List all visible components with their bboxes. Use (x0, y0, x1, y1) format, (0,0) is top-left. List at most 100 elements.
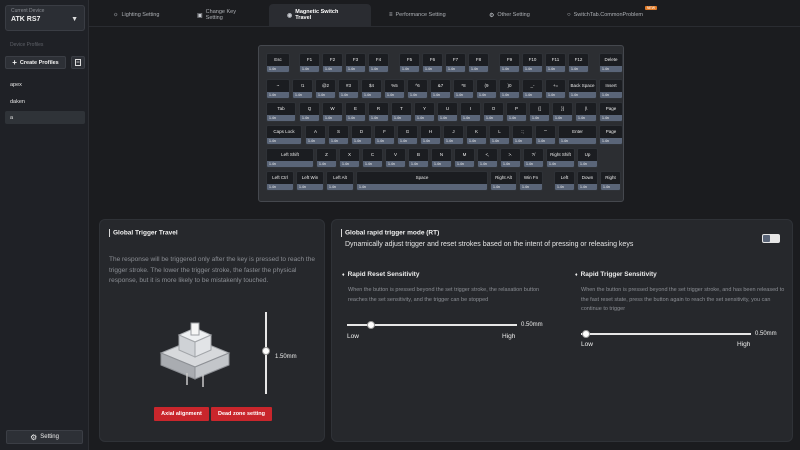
profile-item-active[interactable]: a (5, 111, 85, 124)
key-d[interactable]: D 1.4n (351, 125, 372, 145)
key-b[interactable]: B 1.4n (408, 148, 429, 168)
slider-thumb[interactable] (262, 347, 270, 355)
key-[interactable]: += 1.4n (545, 79, 566, 99)
key-f6[interactable]: F6 1.4n (422, 53, 443, 73)
key-f2[interactable]: F2 1.4n (322, 53, 343, 73)
key-c[interactable]: C 1.4n (362, 148, 383, 168)
key-up[interactable]: Up 1.4n (577, 148, 598, 168)
key-space[interactable]: Space 1.4n (356, 171, 488, 191)
key-[interactable]: ~1.4n (266, 79, 290, 99)
key-1[interactable]: !1 1.4n (292, 79, 313, 99)
key-page[interactable]: Page 1.4n (599, 125, 623, 145)
key-a[interactable]: A 1.4n (305, 125, 326, 145)
key-f8[interactable]: F8 1.4n (468, 53, 489, 73)
key-f1[interactable]: F1 1.4n (299, 53, 320, 73)
tab-other[interactable]: ⚙ Other Setting (471, 4, 549, 26)
key-[interactable]: >. 1.4n (500, 148, 521, 168)
key-6[interactable]: ^6 1.4n (407, 79, 428, 99)
key-left[interactable]: Left 1.4n (554, 171, 575, 191)
key-f9[interactable]: F9 1.4n (499, 53, 520, 73)
key-s[interactable]: S 1.4n (328, 125, 349, 145)
key-3[interactable]: #3 1.4n (338, 79, 359, 99)
key-f4[interactable]: F4 1.4n (368, 53, 389, 73)
key-left-ctrl[interactable]: Left Ctrl 1.4n (266, 171, 294, 191)
key-left-win[interactable]: Left Win 1.4n (296, 171, 324, 191)
key-f7[interactable]: F7 1.4n (445, 53, 466, 73)
key-[interactable]: :; 1.4n (512, 125, 533, 145)
import-profile-button[interactable] (71, 56, 85, 69)
key-[interactable]: }] 1.4n (552, 102, 573, 122)
key-back-space[interactable]: Back Space 1.4n (568, 79, 597, 99)
key-7[interactable]: &7 1.4n (430, 79, 451, 99)
slider-thumb[interactable] (582, 330, 590, 338)
key-right[interactable]: Right 1.4n (600, 171, 621, 191)
key-5[interactable]: %5 1.4n (384, 79, 405, 99)
key-[interactable]: {[1.4n (529, 102, 550, 122)
key-q[interactable]: Q 1.4n (299, 102, 320, 122)
key-n[interactable]: N 1.4n (431, 148, 452, 168)
key-delete[interactable]: Delete 1.4n (599, 53, 623, 73)
trigger-sensitivity-slider[interactable] (581, 330, 751, 338)
key-y[interactable]: Y 1.4n (414, 102, 435, 122)
key-w[interactable]: W 1.4n (322, 102, 343, 122)
key-8[interactable]: *8 1.4n (453, 79, 474, 99)
key-9[interactable]: (9 1.4n (476, 79, 497, 99)
tab-magnetic-switch-travel[interactable]: ◉ Magnetic Switch Travel (269, 4, 371, 26)
key-l[interactable]: L 1.4n (489, 125, 510, 145)
key-4[interactable]: $4 1.4n (361, 79, 382, 99)
key-f5[interactable]: F5 1.4n (399, 53, 420, 73)
key-e[interactable]: E 1.4n (345, 102, 366, 122)
key-right-alt[interactable]: Right Alt 1.4n (490, 171, 517, 191)
key-enter[interactable]: Enter 1.4n (558, 125, 597, 145)
key-esc[interactable]: Esc 1.4n (266, 53, 290, 73)
key-f10[interactable]: F10 1.4n (522, 53, 543, 73)
key-caps-lock[interactable]: Caps Lock 1.4n (266, 125, 302, 145)
key-z[interactable]: Z 1.4n (316, 148, 337, 168)
setting-button[interactable]: ⚙ Setting (6, 430, 83, 444)
tab-performance[interactable]: ≡ Performance Setting (371, 4, 471, 26)
key-f11[interactable]: F11 1.4n (545, 53, 566, 73)
key-2[interactable]: @2 1.4n (315, 79, 336, 99)
profile-item[interactable]: apex (5, 78, 85, 91)
key-insert[interactable]: Insert 1.4n (599, 79, 623, 99)
key-r[interactable]: R 1.4n (368, 102, 389, 122)
axial-alignment-button[interactable]: Axial alignment (154, 407, 209, 421)
key-[interactable]: <, 1.4n (477, 148, 498, 168)
key-u[interactable]: U 1.4n (437, 102, 458, 122)
key-g[interactable]: G 1.4n (397, 125, 418, 145)
key-0[interactable]: )0 1.4n (499, 79, 520, 99)
reset-sensitivity-slider[interactable] (347, 321, 517, 329)
key-f3[interactable]: F3 1.4n (345, 53, 366, 73)
tab-lighting[interactable]: ☼ Lighting Setting (95, 4, 179, 26)
tab-change-key[interactable]: ▣ Change Key Setting (179, 4, 269, 26)
device-select[interactable]: Current Device ATK RS7 ▼ (5, 5, 85, 31)
key-x[interactable]: X 1.4n (339, 148, 360, 168)
key-j[interactable]: J 1.4n (443, 125, 464, 145)
profile-item[interactable]: daken (5, 95, 85, 108)
key-tab[interactable]: Tab 1.4n (266, 102, 296, 122)
key-right-shift[interactable]: Right Shift 1.4n (546, 148, 575, 168)
key-[interactable]: "' 1.4n (535, 125, 556, 145)
key-f[interactable]: F 1.4n (374, 125, 395, 145)
tab-common-problem[interactable]: ○ SwitchTab.CommonProblem NEW (549, 4, 661, 26)
key-p[interactable]: P 1.4n (506, 102, 527, 122)
key-page[interactable]: Page 1.4n (599, 102, 623, 122)
trigger-travel-slider[interactable] (262, 312, 270, 394)
key-down[interactable]: Down 1.4n (577, 171, 598, 191)
dead-zone-setting-button[interactable]: Dead zone setting (211, 407, 272, 421)
key-f12[interactable]: F12 1.4n (568, 53, 589, 73)
key-i[interactable]: I 1.4n (460, 102, 481, 122)
key-win-fn[interactable]: Win Fn 1.4n (519, 171, 543, 191)
key-k[interactable]: K 1.4n (466, 125, 487, 145)
key-[interactable]: |\ 1.4n (575, 102, 597, 122)
create-profile-button[interactable]: + Create Profiles (5, 56, 66, 69)
key-m[interactable]: M 1.4n (454, 148, 475, 168)
key-left-alt[interactable]: Left Alt 1.4n (326, 171, 354, 191)
key-left-shift[interactable]: Left Shift 1.4n (266, 148, 314, 168)
key-h[interactable]: H 1.4n (420, 125, 441, 145)
key-[interactable]: ?/ 1.4n (523, 148, 544, 168)
key-v[interactable]: V 1.4n (385, 148, 406, 168)
key-o[interactable]: O 1.4n (483, 102, 504, 122)
key-[interactable]: _- 1.4n (522, 79, 543, 99)
slider-thumb[interactable] (367, 321, 375, 329)
